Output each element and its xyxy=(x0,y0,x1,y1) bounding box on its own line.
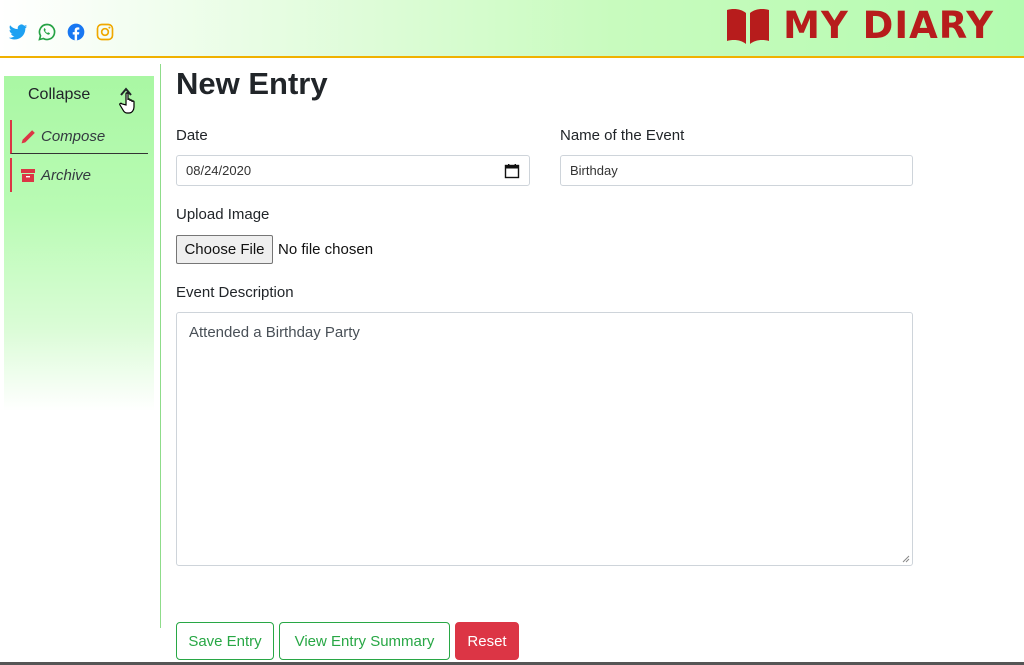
sidebar: Collapse Compose Archive xyxy=(4,76,154,411)
collapse-row: Collapse xyxy=(4,84,154,114)
sidebar-item-archive[interactable]: Archive xyxy=(10,158,148,192)
event-name-value: Birthday xyxy=(570,163,618,178)
archive-box-icon xyxy=(21,169,35,182)
whatsapp-icon[interactable] xyxy=(37,22,57,42)
view-entry-summary-button[interactable]: View Entry Summary xyxy=(279,622,450,660)
resize-grip-icon[interactable] xyxy=(900,553,910,563)
save-entry-button[interactable]: Save Entry xyxy=(176,622,274,660)
sidebar-divider xyxy=(160,64,161,628)
event-description-label: Event Description xyxy=(176,284,294,301)
date-value: 08/24/2020 xyxy=(186,163,252,178)
sidebar-item-label: Archive xyxy=(41,166,92,184)
page-title: New Entry xyxy=(176,66,328,101)
upload-image-label: Upload Image xyxy=(176,206,270,223)
facebook-icon[interactable] xyxy=(66,22,86,42)
file-status: No file chosen xyxy=(278,241,374,258)
reset-button[interactable]: Reset xyxy=(455,622,519,660)
app-header: MY DIARY xyxy=(0,0,1024,58)
event-description-textarea[interactable]: Attended a Birthday Party xyxy=(176,312,913,566)
twitter-icon[interactable] xyxy=(8,22,28,42)
open-book-icon xyxy=(727,9,770,44)
instagram-icon[interactable] xyxy=(95,22,115,42)
date-label: Date xyxy=(176,127,208,144)
pencil-icon xyxy=(21,129,35,143)
collapse-toggle-icon[interactable] xyxy=(116,84,140,116)
event-name-label: Name of the Event xyxy=(560,127,685,144)
event-name-input[interactable]: Birthday xyxy=(560,155,913,186)
sidebar-item-compose[interactable]: Compose xyxy=(10,120,148,154)
brand-title: MY DIARY xyxy=(783,4,994,47)
calendar-icon[interactable] xyxy=(504,163,520,179)
choose-file-button[interactable]: Choose File xyxy=(176,235,273,264)
collapse-label: Collapse xyxy=(28,86,91,103)
sidebar-item-label: Compose xyxy=(41,128,106,145)
social-links xyxy=(8,22,115,42)
date-input[interactable]: 08/24/2020 xyxy=(176,155,530,186)
event-description-value: Attended a Birthday Party xyxy=(189,324,360,341)
brand: MY DIARY xyxy=(725,4,994,48)
